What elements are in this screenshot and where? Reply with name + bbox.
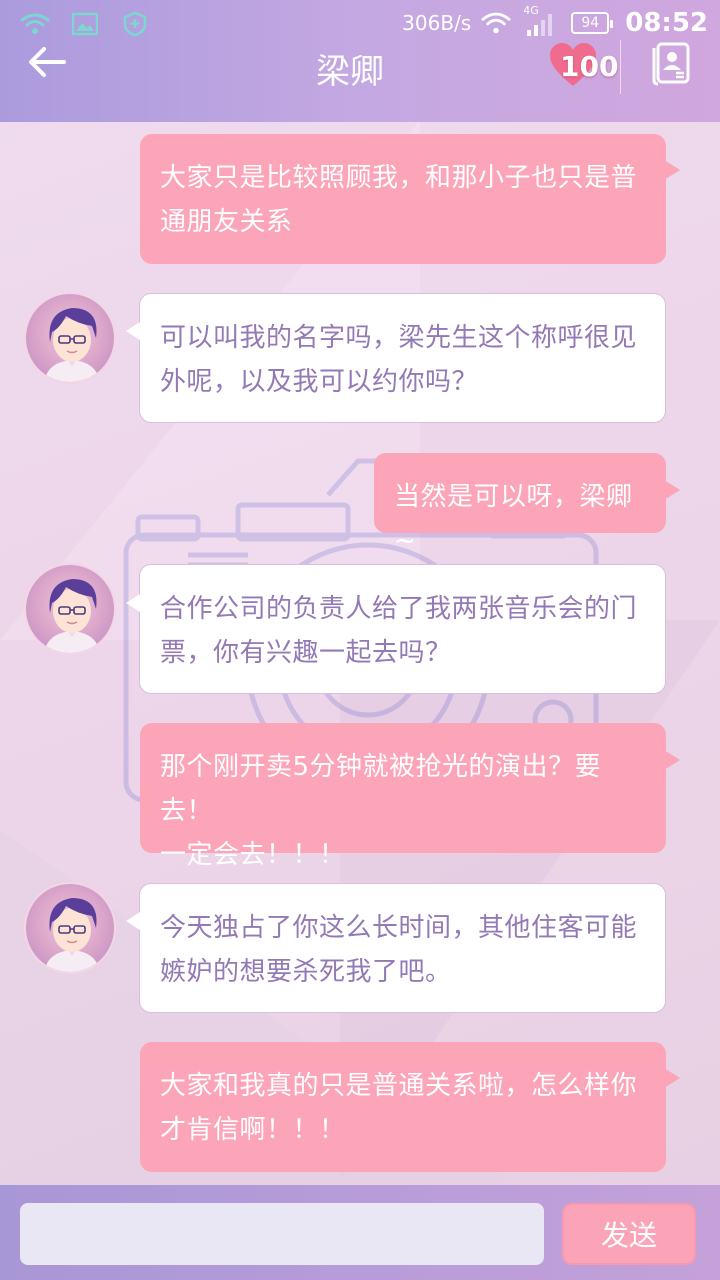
clock: 08:52: [625, 8, 708, 38]
other-message-bubble[interactable]: 合作公司的负责人给了我两张音乐会的门 票，你有兴趣一起去吗？: [139, 564, 666, 694]
my-message-bubble[interactable]: 大家只是比较照顾我，和那小子也只是普 通朋友关系: [140, 134, 666, 264]
cell-signal-icon: 4G: [521, 4, 561, 38]
message-line: 那个刚开卖5分钟就被抢光的演出？要去！: [160, 752, 602, 826]
image-icon: [70, 10, 100, 38]
bubble-tail: [126, 912, 140, 930]
top-bar: 306B/s 4G 94 08:52 梁卿 100: [0, 0, 720, 122]
shield-icon: [120, 10, 150, 38]
status-bar: 306B/s 4G 94 08:52: [0, 0, 720, 48]
other-message-bubble[interactable]: 今天独占了你这么长时间，其他住客可能 嫉妒的想要杀死我了吧。: [139, 883, 666, 1013]
send-button[interactable]: 发送: [562, 1203, 696, 1265]
affection-count: 100: [560, 50, 619, 83]
wifi-icon: [20, 10, 50, 38]
net-speed: 306B/s: [402, 11, 472, 35]
other-message-bubble[interactable]: 可以叫我的名字吗，梁先生这个称呼很见 外呢，以及我可以约你吗？: [139, 293, 666, 423]
bubble-tail: [664, 480, 680, 500]
avatar[interactable]: [24, 882, 116, 974]
bubble-tail: [664, 750, 680, 770]
message-line: 当然是可以呀，梁卿~: [394, 482, 633, 556]
wifi-signal-icon: [481, 9, 511, 37]
affection-indicator[interactable]: 100: [548, 42, 618, 92]
battery-icon: 94: [571, 12, 614, 34]
message-line: 合作公司的负责人给了我两张音乐会的门: [160, 594, 638, 624]
message-input[interactable]: [20, 1203, 544, 1265]
message-line: 外呢，以及我可以约你吗？: [160, 367, 479, 397]
message-line: 大家只是比较照顾我，和那小子也只是普: [160, 163, 638, 193]
message-line: 一定会去！！！: [160, 840, 346, 870]
message-line: 通朋友关系: [160, 207, 293, 237]
header-divider: [620, 40, 621, 94]
my-message-bubble[interactable]: 大家和我真的只是普通关系啦，怎么样你 才肯信啊！！！: [140, 1042, 666, 1172]
contact-card-icon[interactable]: [652, 40, 692, 86]
message-line: 大家和我真的只是普通关系啦，怎么样你: [160, 1071, 638, 1101]
network-type: 4G: [523, 4, 539, 17]
message-line: 票，你有兴趣一起去吗？: [160, 638, 452, 668]
avatar[interactable]: [24, 563, 116, 655]
avatar[interactable]: [24, 292, 116, 384]
my-message-bubble[interactable]: 那个刚开卖5分钟就被抢光的演出？要去！ 一定会去！！！: [140, 723, 666, 870]
message-line: 今天独占了你这么长时间，其他住客可能: [160, 913, 638, 943]
bubble-tail: [126, 322, 140, 340]
my-message-bubble[interactable]: 当然是可以呀，梁卿~: [374, 453, 666, 556]
bubble-tail: [126, 594, 140, 612]
message-line: 可以叫我的名字吗，梁先生这个称呼很见: [160, 323, 638, 353]
bubble-tail: [664, 160, 680, 180]
message-line: 才肯信啊！！！: [160, 1115, 346, 1145]
bubble-tail: [664, 1068, 680, 1088]
message-line: 嫉妒的想要杀死我了吧。: [160, 957, 452, 987]
composer-bar: 发送: [0, 1185, 720, 1280]
